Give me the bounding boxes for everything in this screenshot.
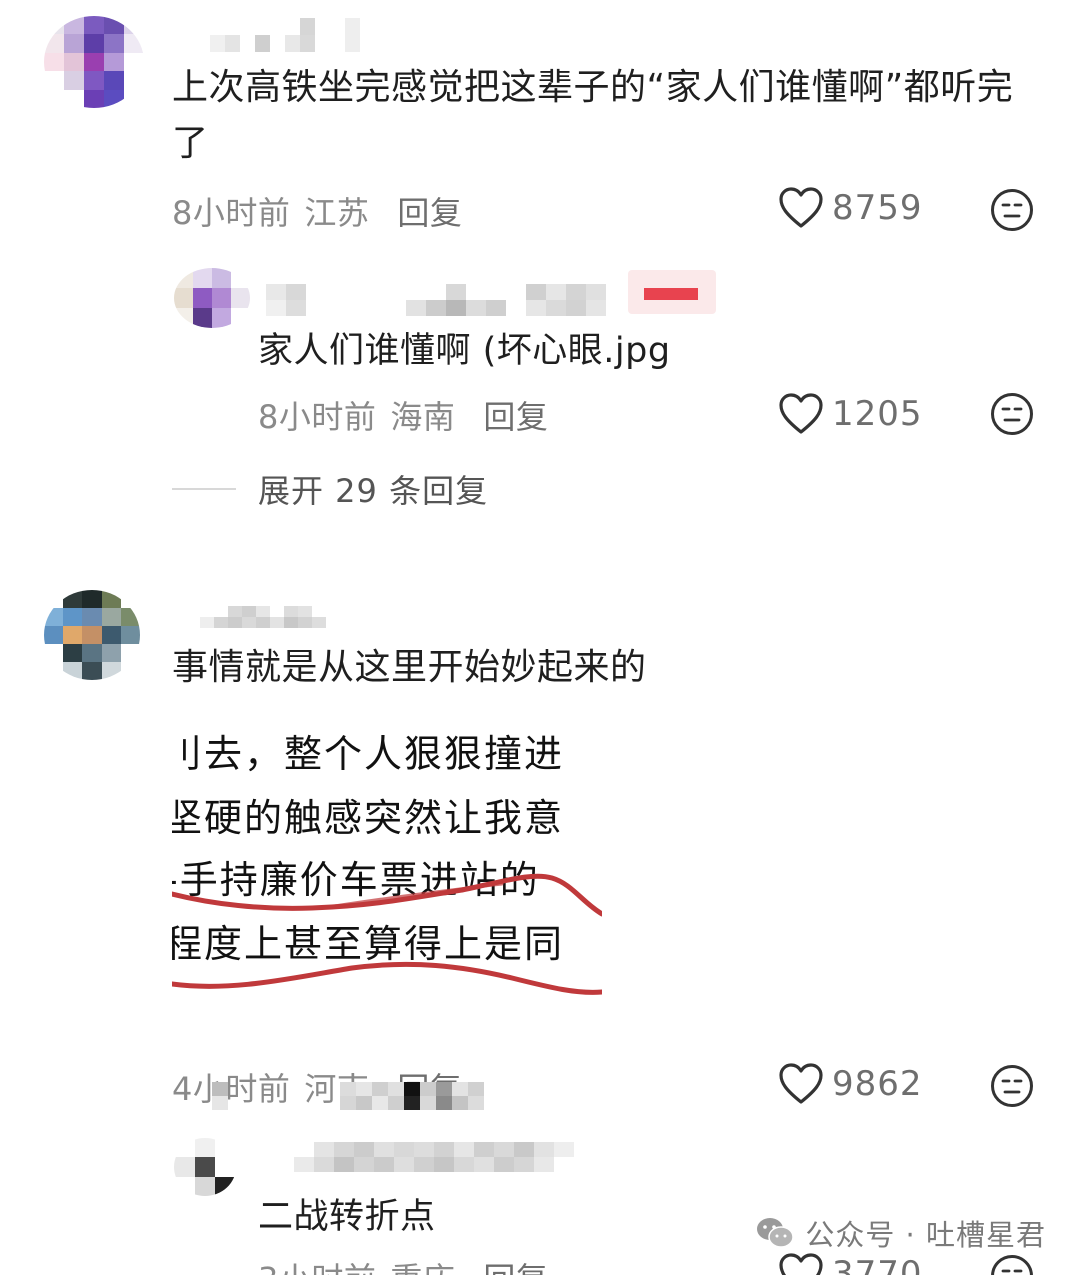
reply-location: 重庆 [390,1260,455,1275]
reply-1-username-pixelated[interactable] [266,284,606,316]
reply-time: 3小时前 [258,1260,376,1275]
heart-icon [779,393,823,434]
comment-2-text: 事情就是从这里开始妙起来的 [172,647,647,688]
expand-replies-label: 展开 29 条回复 [258,472,489,510]
reply-1-meta: 8小时前 海南 回复 [258,392,548,438]
comment-1-like-button[interactable]: 8759 [778,186,923,230]
comment-2-like-button[interactable]: 9862 [778,1062,923,1106]
watermark-text: 公众号 · 吐槽星君 [805,1218,1046,1252]
comment-1-avatar[interactable] [44,16,144,108]
like-count: 3770 [832,1254,923,1275]
watermark: 公众号 · 吐槽星君 [755,1212,1046,1254]
comment-2-image[interactable]: 刂去，整个人狠狠撞进 坚硬的触感突然让我意 -手持廉价车票进站的 程度上甚至算得… [172,722,602,1004]
reply-button[interactable]: 回复 [483,398,548,436]
like-count: 1205 [832,394,923,434]
pixelated-overlay [212,1082,484,1110]
red-underline-scribble [172,873,602,995]
comment-1-text: 上次高铁坐完感觉把这辈子的“家人们谁懂啊”都听完了 [172,67,1014,164]
dislike-face-icon[interactable] [990,1254,1034,1275]
reply-1-text: 家人们谁懂啊 (坏心眼.jpg [258,331,671,371]
reply-2-text: 二战转折点 [258,1197,436,1237]
dislike-face-icon[interactable] [990,1064,1034,1108]
reply-1-badge [628,270,716,314]
comment-1-meta: 8小时前 江苏 回复 [172,188,462,234]
reply-1-avatar[interactable] [174,268,250,328]
expand-divider [172,488,236,490]
reply-2-username-pixelated[interactable] [294,1142,574,1172]
wechat-icon [757,1218,795,1248]
dislike-face-icon[interactable] [990,392,1034,436]
comment-2-username-pixelated[interactable] [200,606,326,628]
reply-location: 海南 [390,398,456,436]
reply-2-like-button[interactable]: 3770 [778,1252,923,1275]
like-count: 9862 [832,1064,923,1104]
heart-icon [779,1063,823,1104]
reply-2-avatar[interactable] [174,1138,236,1196]
heart-icon [779,1253,823,1275]
reply-button[interactable]: 回复 [483,1260,548,1275]
dislike-face-icon[interactable] [990,188,1034,232]
comment-2-avatar[interactable] [44,590,140,680]
comment-1-username-pixelated[interactable] [210,18,360,52]
comment-time: 8小时前 [172,194,291,232]
comment-location: 江苏 [304,194,370,232]
reply-button[interactable]: 回复 [397,194,462,232]
heart-icon [779,187,823,228]
like-count: 8759 [832,188,923,228]
expand-replies-button[interactable]: 展开 29 条回复 [172,466,488,512]
reply-1-like-button[interactable]: 1205 [778,392,923,436]
reply-2-meta: 3小时前重庆 回复 [258,1254,548,1275]
reply-time: 8小时前 [258,398,377,436]
